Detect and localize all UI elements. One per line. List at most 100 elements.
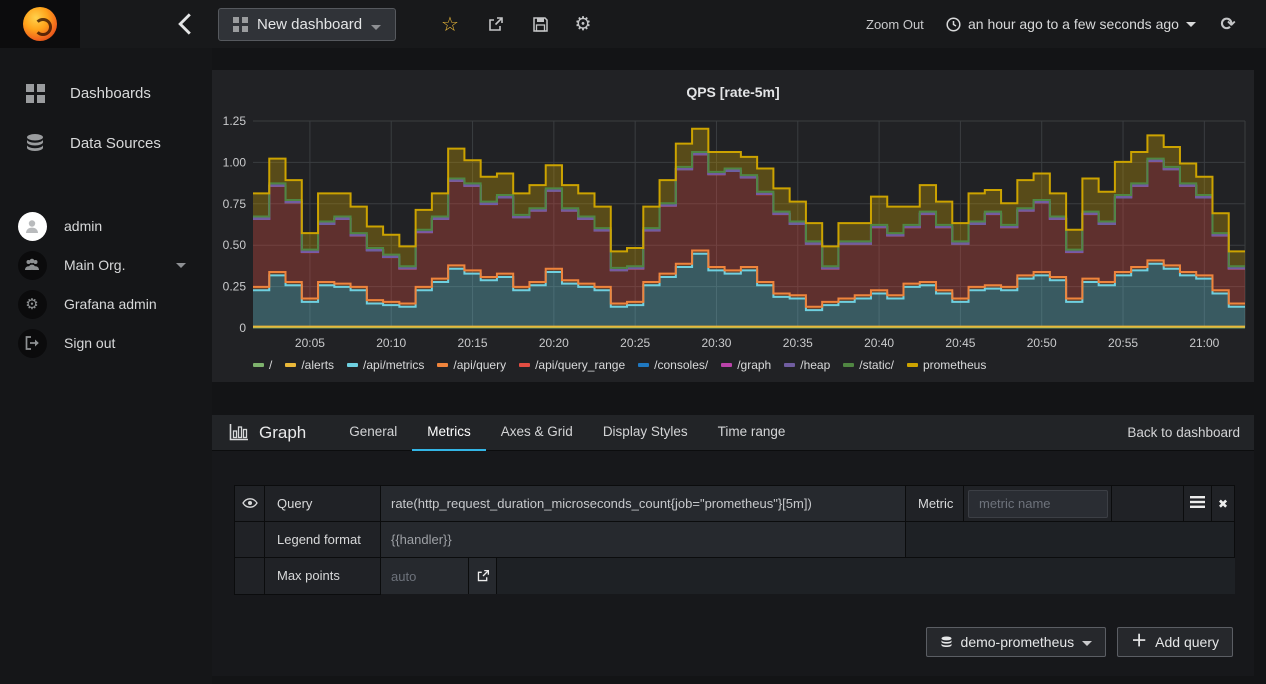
svg-text:20:10: 20:10 (376, 336, 406, 350)
export-icon (477, 569, 489, 582)
admin-gear-icon: ⚙ (17, 289, 47, 319)
hamburger-menu-icon (1190, 496, 1205, 508)
query-menu-button[interactable] (1183, 485, 1212, 522)
svg-text:0.50: 0.50 (223, 238, 247, 252)
share-icon[interactable] (483, 0, 507, 48)
sidebar-item-main-org[interactable]: Main Org. (0, 245, 212, 285)
legend-label: /graph (737, 358, 772, 372)
legend-label: /alerts (301, 358, 335, 372)
svg-text:0.25: 0.25 (223, 280, 247, 294)
tab-metrics[interactable]: Metrics (412, 415, 486, 451)
back-to-dashboard-link[interactable]: Back to dashboard (1127, 425, 1254, 440)
toggle-query-visibility-button[interactable] (234, 485, 265, 522)
add-query-label: Add query (1155, 634, 1219, 650)
time-range-label: an hour ago to a few seconds ago (968, 16, 1179, 32)
star-icon[interactable]: ☆ (438, 0, 462, 48)
legend-color-chip (784, 363, 796, 367)
metric-name-input[interactable] (968, 489, 1108, 518)
legend-item[interactable]: prometheus (906, 358, 987, 372)
svg-text:20:20: 20:20 (539, 336, 569, 350)
legend-item[interactable]: /api/query (437, 358, 506, 372)
grid-icon (233, 17, 248, 32)
chevron-down-icon (1082, 641, 1093, 646)
legend-item[interactable]: /heap (784, 358, 830, 372)
sidebar-item-dashboards[interactable]: Dashboards (0, 73, 212, 113)
panel-editor: Graph General Metrics Axes & Grid Display S… (212, 415, 1254, 676)
max-points-label: Max points (264, 557, 381, 595)
tab-general[interactable]: General (334, 415, 412, 451)
max-points-export-button[interactable] (469, 558, 497, 594)
legend-item[interactable]: /static/ (843, 358, 894, 372)
database-icon (27, 134, 43, 151)
query-row: Query Metric ✖ (234, 485, 1235, 522)
gear-icon[interactable]: ⚙ (571, 0, 595, 48)
sidebar-item-data-sources[interactable]: Data Sources (0, 123, 212, 163)
svg-text:20:55: 20:55 (1108, 336, 1138, 350)
svg-text:1.00: 1.00 (223, 155, 247, 169)
dashboard-title: New dashboard (257, 16, 363, 33)
sidebar-toggle-chevron-icon[interactable] (176, 12, 194, 36)
sidebar-item-label: Grafana admin (64, 296, 157, 312)
tab-axes-grid[interactable]: Axes & Grid (486, 415, 588, 451)
legend-format-input[interactable] (381, 522, 905, 557)
legend-row-spacer (905, 521, 1235, 558)
grafana-logo[interactable] (0, 0, 80, 48)
legend-format-input-cell (380, 521, 906, 558)
legend-color-chip (519, 363, 531, 367)
graph-panel: QPS [rate-5m] 0 0.25 0.50 0.75 1.00 1.25 20:05… (212, 70, 1254, 382)
legend-row-gutter (234, 521, 265, 558)
tab-display-styles[interactable]: Display Styles (588, 415, 703, 451)
svg-text:0: 0 (239, 321, 246, 335)
sidebar: Dashboards Data Sources admin Main Org. (0, 48, 212, 684)
svg-text:21:00: 21:00 (1189, 336, 1219, 350)
save-icon[interactable] (528, 0, 552, 48)
add-query-button[interactable]: ＋ Add query (1117, 627, 1233, 657)
chevron-down-icon (371, 25, 382, 30)
sidebar-item-label: admin (64, 218, 103, 234)
datasource-name: demo-prometheus (960, 634, 1075, 650)
svg-text:20:05: 20:05 (295, 336, 325, 350)
legend-item[interactable]: /graph (721, 358, 771, 372)
max-points-input[interactable] (381, 558, 468, 594)
editor-actions: demo-prometheus ＋ Add query (925, 627, 1233, 657)
svg-text:20:30: 20:30 (701, 336, 731, 350)
datasource-dropdown-button[interactable]: demo-prometheus (925, 627, 1107, 657)
top-navbar: New dashboard ☆ ⚙ Zoom Out an hour ago t… (0, 0, 1266, 48)
legend-format-label: Legend format (264, 521, 381, 558)
dashboard-title-button[interactable]: New dashboard (218, 8, 397, 41)
sidebar-item-sign-out[interactable]: Sign out (0, 323, 212, 363)
dashboards-icon (25, 83, 45, 103)
sidebar-item-admin[interactable]: admin (0, 206, 212, 246)
legend-color-chip (437, 363, 449, 367)
legend-item[interactable]: / (253, 358, 272, 372)
legend-item[interactable]: /alerts (285, 358, 334, 372)
time-range-picker[interactable]: an hour ago to a few seconds ago (946, 0, 1196, 48)
svg-text:20:35: 20:35 (783, 336, 813, 350)
query-input[interactable] (381, 486, 905, 521)
zoom-out-button[interactable]: Zoom Out (866, 0, 924, 48)
clock-icon (946, 16, 961, 32)
sign-out-icon (17, 328, 47, 358)
legend-label: prometheus (922, 358, 987, 372)
legend-color-chip (843, 363, 855, 367)
legend-label: /consoles/ (654, 358, 709, 372)
eye-icon (241, 498, 258, 508)
legend-item[interactable]: /consoles/ (638, 358, 708, 372)
sidebar-item-grafana-admin[interactable]: ⚙ Grafana admin (0, 284, 212, 324)
legend-color-chip (285, 363, 297, 367)
svg-text:20:45: 20:45 (945, 336, 975, 350)
panel-title[interactable]: QPS [rate-5m] (212, 70, 1254, 104)
bar-chart-icon (229, 424, 248, 441)
legend-item[interactable]: /api/metrics (347, 358, 424, 372)
refresh-icon[interactable]: ⟳ (1216, 0, 1240, 48)
max-points-row-gutter (234, 557, 265, 595)
legend-label: /api/query_range (535, 358, 626, 372)
remove-query-button[interactable]: ✖ (1211, 485, 1235, 522)
tab-time-range[interactable]: Time range (703, 415, 801, 451)
legend-label: /heap (800, 358, 831, 372)
legend-item[interactable]: /api/query_range (519, 358, 625, 372)
metric-label: Metric (905, 485, 964, 522)
qps-chart-plot[interactable]: 0 0.25 0.50 0.75 1.00 1.25 20:05 20:10 20:15 20:2… (212, 106, 1254, 356)
editor-tabs: General Metrics Axes & Grid Display Styles T… (334, 415, 800, 451)
svg-text:20:40: 20:40 (864, 336, 894, 350)
